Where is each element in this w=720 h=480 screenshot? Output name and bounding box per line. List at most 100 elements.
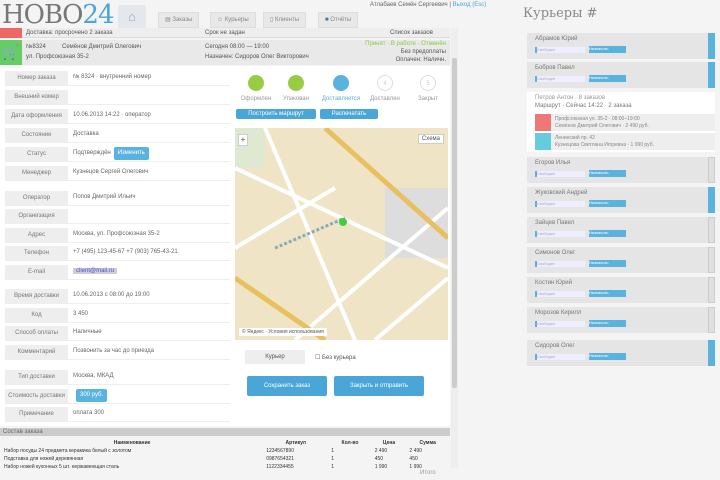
assign-button[interactable]: Назначить	[589, 75, 626, 82]
field-value[interactable]: Подтверждён Изменить	[73, 147, 149, 160]
field-value[interactable]: Наличные	[73, 326, 102, 339]
courier-toggle[interactable]	[708, 157, 715, 183]
form-row: Статус Подтверждён Изменить	[5, 147, 230, 162]
tab-couriers[interactable]: ☺ Курьеры	[210, 12, 256, 28]
courier-card[interactable]: Абрамов Юрий Свободен Назначить	[527, 33, 715, 59]
column-header: Цена	[382, 440, 396, 446]
field-value[interactable]: Москва, МКАД	[73, 370, 114, 383]
step-4[interactable]: 5	[420, 75, 436, 91]
field-value[interactable]: 10.06.2013 14:22 · оператор	[73, 109, 151, 122]
field-label: Код	[5, 308, 68, 323]
logo[interactable]: НОВО24	[2, 0, 115, 30]
field-value[interactable]: client@mail.ru	[73, 265, 118, 278]
field-value[interactable]: № 8324 · внутренний номер	[73, 71, 151, 84]
step-1[interactable]	[288, 75, 304, 91]
assign-button[interactable]: Назначить	[589, 46, 626, 53]
field-value[interactable]: Кузнецов Сергей Олегович	[73, 166, 148, 179]
form-row: Внешний номер	[5, 90, 230, 105]
field-value[interactable]: 10.06.2013 с 08:00 до 19:00	[73, 289, 150, 302]
courier-toggle[interactable]	[708, 62, 715, 88]
courier-toggle[interactable]	[708, 277, 715, 303]
field-button[interactable]: Изменить	[113, 147, 149, 160]
assign-button[interactable]: Назначить	[589, 260, 626, 267]
form-row: Адрес Москва, ул. Профсоюзная 35-2	[5, 228, 230, 243]
field-label: E-mail	[5, 265, 68, 280]
courier-toggle[interactable]	[708, 307, 715, 333]
table-row[interactable]: Набор посуды 24 предмета керамика белый …	[2, 448, 448, 454]
field-value[interactable]: 3 450	[73, 308, 88, 321]
step-0[interactable]	[248, 75, 264, 91]
step-2[interactable]	[333, 75, 349, 91]
courier-task[interactable]: Ленинский пр. 42 Кузнецова Светлана Игоре…	[535, 133, 715, 150]
courier-card[interactable]: Егоров Илья Свободен Назначить	[527, 157, 715, 183]
courier-card[interactable]: Жуковский Андрей Свободен Назначить	[527, 187, 715, 213]
assign-button[interactable]: Назначить	[589, 290, 626, 297]
table-row[interactable]: Набор ножей кухонных 5 шт. нержавеющая с…	[2, 464, 448, 470]
assign-button[interactable]: Назначить	[589, 353, 626, 360]
assign-button[interactable]: Назначить	[589, 200, 626, 207]
task-icon	[535, 133, 551, 150]
field-value[interactable]: Москва, ул. Профсоюзная 35-2	[73, 228, 160, 241]
courier-status: Свободен	[535, 321, 585, 327]
field-value[interactable]: Попов Дмитрий Ильич	[73, 191, 136, 204]
courier-card[interactable]: Зайцев Павел Свободен Назначить	[527, 217, 715, 243]
couriers-panel: Курьеры # Петров Антон · 8 заказов Маршр…	[520, 0, 720, 480]
field-value[interactable]: Доставка	[73, 128, 99, 141]
route-button[interactable]: Построить маршрут	[236, 109, 316, 119]
courier-status: Свободен	[535, 171, 585, 177]
zoom-in-button[interactable]: +	[238, 134, 248, 146]
task-icon	[535, 114, 551, 131]
field-label: Способ оплаты	[5, 326, 68, 341]
field-label: Телефон	[5, 246, 68, 261]
form-row: Менеджер Кузнецов Сергей Олегович	[5, 166, 230, 181]
table-row[interactable]: Подставка для ножей деревянная 0987654321…	[2, 456, 448, 462]
courier-toggle[interactable]	[708, 33, 715, 59]
form-row: Номер заказа № 8324 · внутренний номер	[5, 71, 230, 86]
order-items-table: Наименование Артикул Кол-во Цена Сумма Набор …	[0, 438, 450, 472]
assign-button[interactable]: Назначить	[589, 320, 626, 327]
order-items-header: Состав заказа	[0, 428, 450, 436]
field-value[interactable]: 300 руб.	[73, 389, 108, 402]
map[interactable]: + Схема © Яндекс · Условия использования	[235, 128, 448, 340]
scrollbar[interactable]	[451, 28, 458, 468]
courier-toggle[interactable]	[708, 247, 715, 273]
field-label: Организация	[5, 209, 68, 224]
field-label: Номер заказа	[5, 71, 68, 86]
total-label: Итого	[420, 470, 436, 476]
field-value[interactable]: Позвонить за час до приезда	[73, 345, 154, 358]
assign-button[interactable]: Назначить	[589, 170, 626, 177]
courier-toggle[interactable]	[708, 217, 715, 243]
tab-reports[interactable]: ■ Отчёты	[318, 12, 359, 28]
field-label: Статус	[5, 147, 68, 162]
courier-card[interactable]: Костин Юрий Свободен Назначить	[527, 277, 715, 303]
courier-task[interactable]: Профсоюзная ул. 35-2 · 08:00–19:00 Семёно…	[535, 114, 715, 131]
tab-clients[interactable]: ▯ Клиенты	[263, 12, 307, 28]
assign-button[interactable]: Назначить	[589, 230, 626, 237]
field-button[interactable]: 300 руб.	[76, 389, 108, 402]
form-row: Комментарий Позвонить за час до приезда	[5, 345, 230, 360]
home-icon[interactable]: ⌂	[118, 5, 146, 29]
courier-expanded[interactable]: Петров Антон · 8 заказов Маршрут · Сейча…	[527, 92, 715, 152]
print-button[interactable]: Распечатать	[320, 109, 378, 119]
no-courier-checkbox[interactable]: ☐ Без курьера	[315, 354, 356, 361]
step-3[interactable]: 4	[377, 75, 393, 91]
courier-toggle[interactable]	[708, 340, 715, 366]
save-order-button[interactable]: Сохранить заказ	[247, 376, 327, 396]
field-label: Внешний номер	[5, 90, 68, 105]
courier-card[interactable]: Бобров Павел Свободен Назначить	[527, 62, 715, 88]
logout-link[interactable]: Выход (Esc)	[453, 2, 487, 8]
user-bar: Атлабаев Семён Сергеевич | Выход (Esc)	[370, 2, 487, 8]
courier-card[interactable]: Симонов Олег Свободен Назначить	[527, 247, 715, 273]
courier-toggle[interactable]	[708, 187, 715, 213]
courier-card[interactable]: Морозов Кирилл Свободен Назначить	[527, 307, 715, 333]
map-type-button[interactable]: Схема	[417, 134, 444, 144]
form-row: Организация	[5, 209, 230, 224]
field-value[interactable]: +7 (495) 123-45-67 +7 (903) 765-43-21	[73, 246, 178, 259]
close-order-button[interactable]: Закрыть и отправить	[334, 376, 424, 396]
field-label: Адрес	[5, 228, 68, 243]
tab-orders[interactable]: ▤ Заказы	[158, 12, 200, 28]
courier-card[interactable]: Сидоров Олег Свободен Назначить	[527, 340, 715, 366]
field-label: Тип доставки	[5, 370, 68, 385]
orders-list-link[interactable]: Список заказов	[390, 30, 433, 36]
field-value[interactable]: оплата 300	[73, 407, 104, 420]
